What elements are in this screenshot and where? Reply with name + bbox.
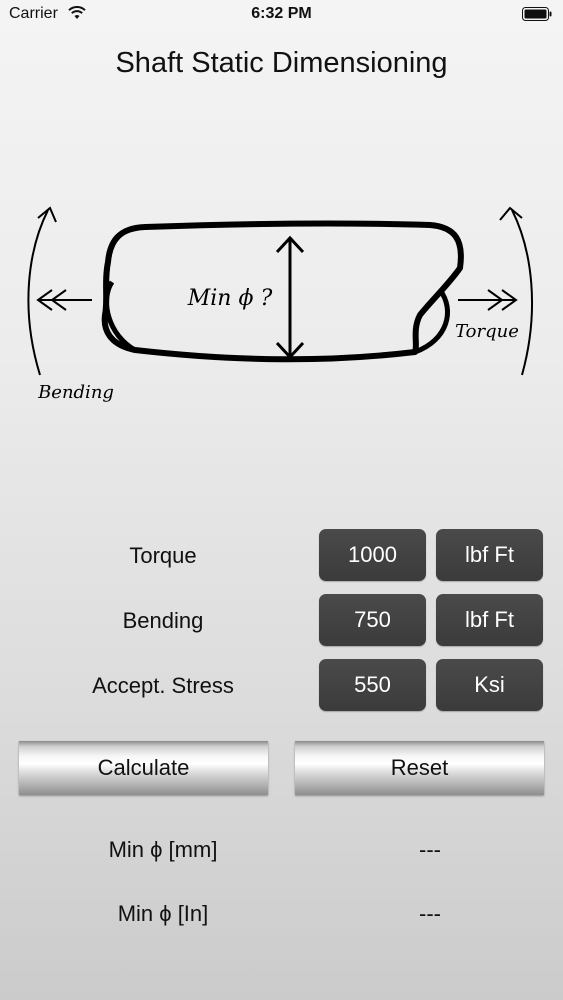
stress-label: Accept. Stress	[92, 673, 234, 698]
torque-unit-selector[interactable]: lbf Ft	[436, 529, 543, 581]
bending-label: Bending	[122, 608, 204, 633]
diagram-center-label: Min ϕ ?	[187, 286, 273, 311]
torque-value-field[interactable]: 1000	[319, 529, 426, 581]
shaft-diagram: Min ϕ ? Torque Bending	[27, 206, 533, 403]
result-mm-label: Min ϕ [mm]	[108, 837, 218, 862]
calculate-button[interactable]: Calculate	[19, 741, 268, 795]
torque-label: Torque	[129, 543, 197, 568]
status-bar: Carrier 6:32 PM	[0, 0, 563, 30]
clock: 6:32 PM	[251, 5, 312, 22]
battery-icon	[522, 7, 552, 21]
diagram-torque-label: Torque	[455, 321, 519, 342]
reset-button[interactable]: Reset	[295, 741, 544, 795]
result-mm-value: ---	[419, 837, 441, 862]
result-in-label: Min ϕ [In]	[117, 901, 209, 926]
diagram-bending-label: Bending	[37, 382, 114, 403]
result-in-value: ---	[419, 901, 441, 926]
bending-unit-selector[interactable]: lbf Ft	[436, 594, 543, 646]
stress-unit-selector[interactable]: Ksi	[436, 659, 543, 711]
stress-value-field[interactable]: 550	[319, 659, 426, 711]
page-title: Shaft Static Dimensioning	[115, 47, 448, 79]
bending-value-field[interactable]: 750	[319, 594, 426, 646]
